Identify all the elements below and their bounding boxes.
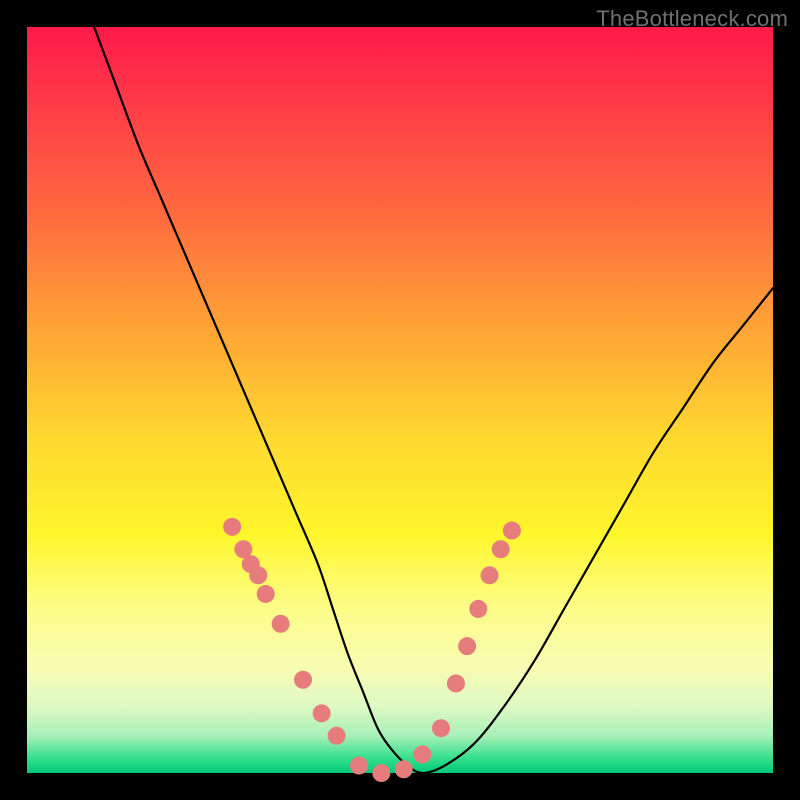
watermark: TheBottleneck.com — [596, 6, 788, 32]
marker-dot — [294, 671, 312, 689]
marker-dot — [503, 522, 521, 540]
marker-dot — [469, 600, 487, 618]
marker-dot — [272, 615, 290, 633]
marker-dot — [372, 764, 390, 782]
marker-dot — [413, 745, 431, 763]
marker-dot — [395, 760, 413, 778]
marker-dot — [313, 704, 331, 722]
marker-dot — [432, 719, 450, 737]
marker-dot — [458, 637, 476, 655]
marker-dot — [447, 674, 465, 692]
marker-dot — [257, 585, 275, 603]
marker-dot — [481, 566, 499, 584]
marker-dot — [328, 727, 346, 745]
marker-dot — [223, 518, 241, 536]
marker-dot — [350, 757, 368, 775]
chart-svg — [27, 27, 773, 773]
marker-dot — [492, 540, 510, 558]
marker-dot — [249, 566, 267, 584]
bottleneck-curve — [94, 27, 773, 773]
chart-frame — [27, 27, 773, 773]
